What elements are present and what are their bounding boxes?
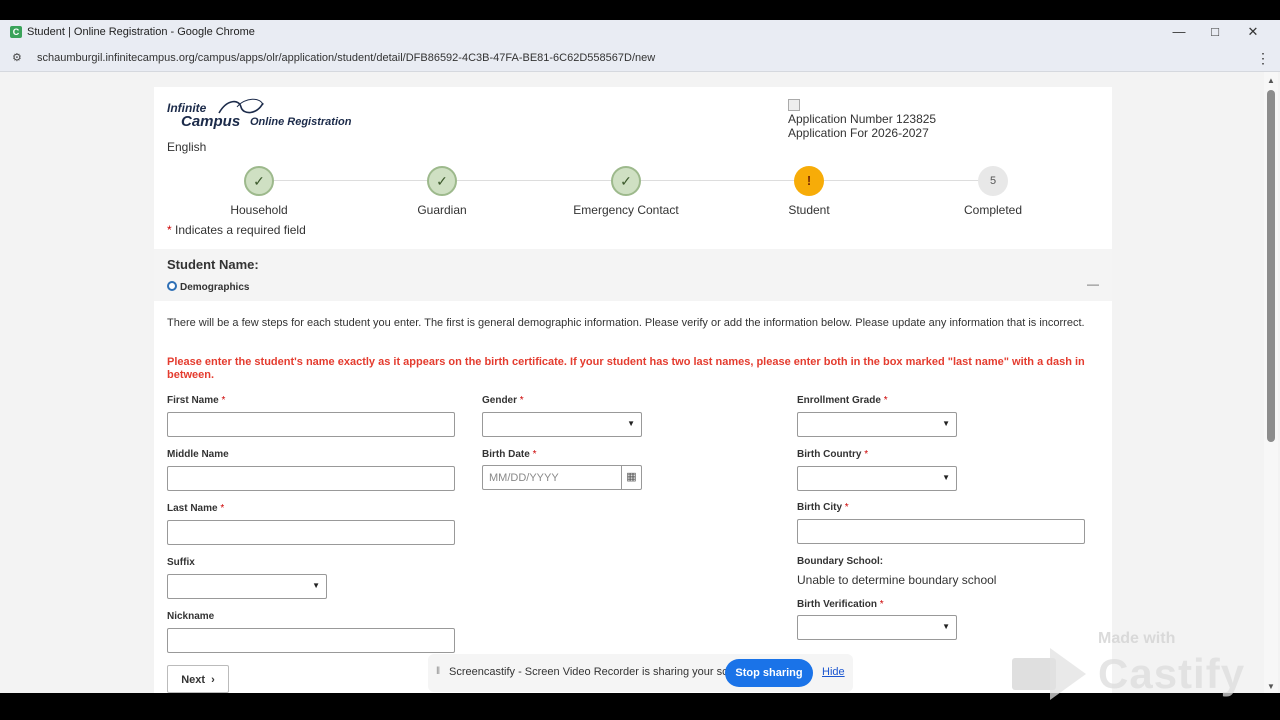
site-info-icon[interactable]: ⚙ xyxy=(12,51,22,64)
sharing-message: Screencastify - Screen Video Recorder is… xyxy=(449,666,753,678)
step-completed: 5 Completed xyxy=(893,166,1093,217)
birth-date-input[interactable]: MM/DD/YYYY ▦ xyxy=(482,465,642,490)
hide-link[interactable]: Hide xyxy=(822,666,845,678)
middle-name-label: Middle Name xyxy=(167,449,229,460)
calendar-icon[interactable]: ▦ xyxy=(621,466,641,489)
drag-handle-icon[interactable]: ‖ xyxy=(436,666,440,677)
first-name-label: First Name * xyxy=(167,395,226,406)
chevron-down-icon: ▼ xyxy=(942,622,950,631)
checkmark-icon: ✓ xyxy=(244,166,274,196)
middle-name-input[interactable] xyxy=(167,466,455,491)
first-name-input[interactable] xyxy=(167,412,455,437)
broken-image-icon xyxy=(788,99,800,111)
warning-icon: ! xyxy=(794,166,824,196)
infinite-campus-logo: Infinite Campus Online Registration xyxy=(167,97,367,135)
screen-sharing-bar: ‖ Screencastify - Screen Video Recorder … xyxy=(428,654,853,692)
birth-country-label: Birth Country * xyxy=(797,449,869,460)
stop-sharing-button[interactable]: Stop sharing xyxy=(725,659,813,687)
application-number: Application Number 123825 xyxy=(788,112,937,126)
scroll-thumb[interactable] xyxy=(1267,90,1275,442)
application-for: Application For 2026-2027 xyxy=(788,126,929,140)
minimize-button[interactable]: — xyxy=(1164,23,1194,41)
birth-date-placeholder: MM/DD/YYYY xyxy=(489,472,559,484)
more-options-icon[interactable]: ⋮ xyxy=(1256,50,1270,67)
radio-indicator-icon xyxy=(167,281,177,291)
chevron-down-icon: ▼ xyxy=(312,581,320,590)
title-bar: C Student | Online Registration - Google… xyxy=(0,20,1280,44)
boundary-school-value: Unable to determine boundary school xyxy=(797,573,997,587)
logo-text-campus: Campus xyxy=(181,113,241,130)
browser-window: C Student | Online Registration - Google… xyxy=(0,20,1280,693)
step-number-badge: 5 xyxy=(978,166,1008,196)
birth-country-select[interactable]: ▼ xyxy=(797,466,957,491)
step-guardian[interactable]: ✓ Guardian xyxy=(342,166,542,217)
birth-city-label: Birth City * xyxy=(797,502,849,513)
enrollment-grade-label: Enrollment Grade * xyxy=(797,395,888,406)
suffix-label: Suffix xyxy=(167,557,195,568)
checkmark-icon: ✓ xyxy=(427,166,457,196)
suffix-select[interactable]: ▼ xyxy=(167,574,327,599)
url-text[interactable]: schaumburgil.infinitecampus.org/campus/a… xyxy=(37,52,655,64)
step-label: Emergency Contact xyxy=(573,203,679,217)
intro-text: There will be a few steps for each stude… xyxy=(167,317,1085,329)
language-link[interactable]: English xyxy=(167,140,206,154)
step-emergency-contact[interactable]: ✓ Emergency Contact xyxy=(526,166,726,217)
last-name-label: Last Name * xyxy=(167,503,225,514)
step-label: Completed xyxy=(963,203,1023,217)
castify-logo-icon xyxy=(1012,648,1086,700)
student-name-heading: Student Name: xyxy=(167,257,259,272)
checkmark-icon: ✓ xyxy=(611,166,641,196)
birth-verification-select[interactable]: ▼ xyxy=(797,615,957,640)
nickname-input[interactable] xyxy=(167,628,455,653)
enrollment-grade-select[interactable]: ▼ xyxy=(797,412,957,437)
watermark-brand: Castify xyxy=(1098,650,1246,697)
watermark-made-with: Made with xyxy=(1098,630,1176,647)
step-household[interactable]: ✓ Household xyxy=(159,166,359,217)
required-field-note: * Indicates a required field xyxy=(167,223,306,237)
nickname-label: Nickname xyxy=(167,611,215,622)
application-info: Application Number 123825 Application Fo… xyxy=(788,99,936,140)
campus-favicon-icon: C xyxy=(10,26,22,38)
window-title: Student | Online Registration - Google C… xyxy=(27,26,255,38)
name-warning-text: Please enter the student's name exactly … xyxy=(167,356,1085,381)
logo-text-online-registration: Online Registration xyxy=(250,116,352,128)
collapse-icon[interactable]: — xyxy=(1087,277,1099,291)
step-label: Guardian xyxy=(417,203,467,217)
chevron-down-icon: ▼ xyxy=(942,419,950,428)
chevron-down-icon: ▼ xyxy=(627,419,635,428)
demographics-subsection[interactable]: Demographics xyxy=(167,281,249,293)
gender-select[interactable]: ▼ xyxy=(482,412,642,437)
maximize-button[interactable]: □ xyxy=(1200,23,1230,41)
chevron-down-icon: ▼ xyxy=(942,473,950,482)
vertical-scrollbar[interactable]: ▲ ▼ xyxy=(1264,72,1278,693)
section-header: Student Name: Demographics — xyxy=(154,249,1112,301)
address-bar: ⚙ schaumburgil.infinitecampus.org/campus… xyxy=(0,44,1280,72)
step-student[interactable]: ! Student xyxy=(709,166,909,217)
birth-date-label: Birth Date * xyxy=(482,449,537,460)
boundary-school-label: Boundary School: xyxy=(797,556,884,567)
step-label: Student xyxy=(788,203,830,217)
page-viewport: Infinite Campus Online Registration Engl… xyxy=(0,72,1262,693)
castify-watermark: Made with Castify xyxy=(1010,628,1270,708)
scroll-up-icon[interactable]: ▲ xyxy=(1267,76,1275,85)
last-name-input[interactable] xyxy=(167,520,455,545)
gender-label: Gender * xyxy=(482,395,524,406)
close-button[interactable]: ✕ xyxy=(1238,23,1268,41)
next-button[interactable]: Next › xyxy=(167,665,229,693)
step-label: Household xyxy=(230,203,288,217)
birth-verification-label: Birth Verification * xyxy=(797,599,884,610)
registration-card: Infinite Campus Online Registration Engl… xyxy=(154,87,1112,693)
birth-city-input[interactable] xyxy=(797,519,1085,544)
